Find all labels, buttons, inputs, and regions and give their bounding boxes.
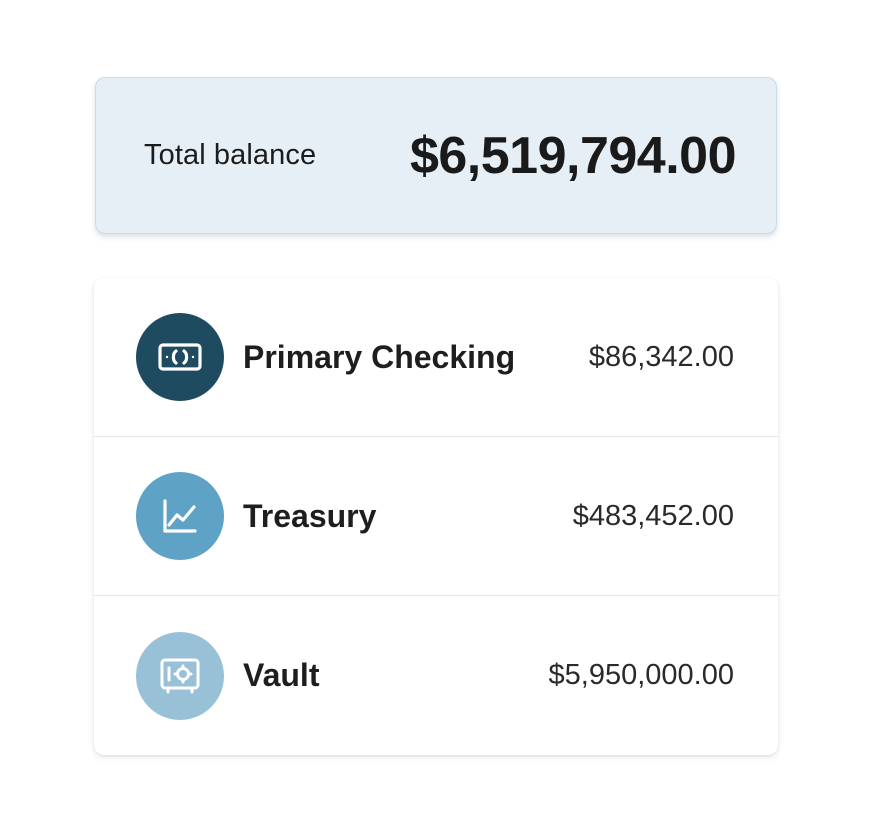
safe-icon — [136, 631, 224, 720]
account-name: Primary Checking — [243, 338, 516, 375]
account-name: Vault — [243, 657, 320, 693]
account-row-primary-checking[interactable]: Primary Checking $86,342.00 — [94, 278, 778, 436]
account-row-vault[interactable]: Vault $5,950,000.00 — [94, 595, 778, 755]
total-balance-amount: $6,519,794.00 — [409, 126, 737, 185]
balances-page: Total balance $6,519,794.00 Primary Chec… — [0, 0, 874, 832]
accounts-list: Primary Checking $86,342.00 Treasury $48… — [94, 278, 778, 755]
account-balance: $483,452.00 — [572, 499, 734, 532]
total-balance-card: Total balance $6,519,794.00 — [95, 77, 777, 234]
banknote-icon — [136, 313, 224, 401]
account-balance: $5,950,000.00 — [548, 659, 734, 691]
account-name: Treasury — [243, 497, 377, 534]
line-chart-icon — [136, 472, 224, 560]
account-row-treasury[interactable]: Treasury $483,452.00 — [94, 436, 778, 595]
account-balance: $86,342.00 — [588, 340, 734, 373]
total-balance-label: Total balance — [144, 139, 317, 171]
